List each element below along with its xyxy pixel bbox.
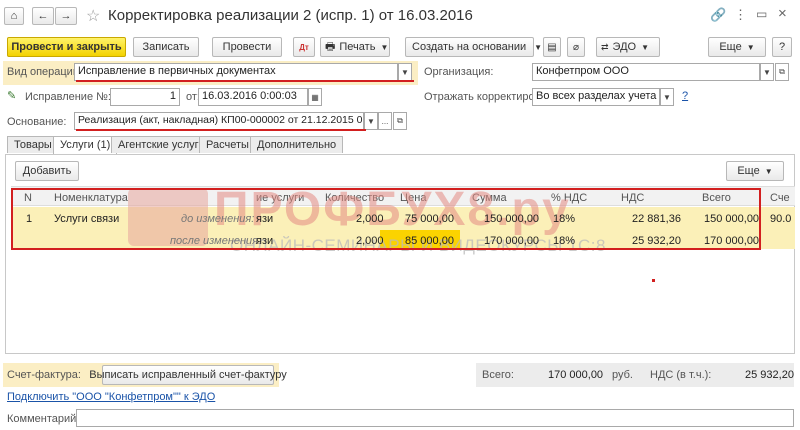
- chevron-down-icon: ▼: [641, 42, 650, 52]
- post-and-close-button[interactable]: Провести и закрыть: [7, 37, 126, 57]
- table-more-button[interactable]: Еще ▼: [726, 161, 784, 181]
- basis-dropdown[interactable]: ▼: [364, 112, 378, 130]
- correction-label: Исправление №:: [25, 91, 111, 103]
- basis-label: Основание:: [7, 116, 67, 128]
- home-button[interactable]: ⌂: [4, 7, 24, 25]
- open-link-icon: ⧉: [397, 116, 403, 125]
- chevron-down-icon: ▼: [763, 67, 771, 77]
- total-value: 170 000,00: [548, 369, 604, 381]
- basis-field[interactable]: Реализация (акт, накладная) КП00-000002 …: [74, 112, 364, 130]
- calendar-icon: ▦: [311, 92, 319, 102]
- comment-field[interactable]: [76, 409, 794, 427]
- post-button[interactable]: Провести: [212, 37, 282, 57]
- operation-select[interactable]: Исправление в первичных документах: [74, 63, 398, 81]
- dt-kt-button[interactable]: Дт: [293, 37, 315, 57]
- print-label: Печать: [339, 41, 376, 53]
- favorite-star-icon[interactable]: ☆: [86, 6, 100, 26]
- help-button[interactable]: ?: [772, 37, 792, 57]
- chevron-down-icon: ▼: [380, 42, 389, 52]
- edo-label: ЭДО: [612, 41, 637, 53]
- more-button[interactable]: Еще ▼: [708, 37, 766, 57]
- comment-label: Комментарий:: [7, 413, 80, 425]
- row-highlight-box: [11, 188, 761, 250]
- title-bar: ⌂ ← → ☆ Корректировка реализации 2 (испр…: [0, 0, 800, 34]
- attach-button[interactable]: ⌀: [567, 37, 585, 57]
- back-arrow-icon: ←: [37, 10, 49, 22]
- back-button[interactable]: ←: [32, 7, 54, 25]
- org-field[interactable]: Конфетпром ООО: [532, 63, 760, 81]
- home-icon: ⌂: [10, 10, 18, 22]
- tab-goods[interactable]: Товары: [7, 136, 59, 153]
- operation-underline: [76, 80, 414, 82]
- operation-dropdown[interactable]: ▼: [398, 63, 412, 81]
- correction-date-field[interactable]: 16.03.2016 0:00:03: [198, 88, 308, 106]
- vat-total-value: 25 932,20: [745, 369, 794, 381]
- chevron-down-icon: ▼: [534, 42, 543, 52]
- document-icon: ▤: [547, 41, 557, 53]
- reflect-help-link[interactable]: ?: [682, 90, 688, 102]
- chevron-down-icon: ▼: [764, 166, 773, 176]
- vat-total-label: НДС (в т.ч.):: [650, 369, 712, 381]
- add-button[interactable]: Добавить: [15, 161, 79, 181]
- table-more-label: Еще: [737, 165, 760, 177]
- edo-button[interactable]: ⇄ ЭДО ▼: [596, 37, 660, 57]
- edo-connect-link[interactable]: Подключить "ООО "Конфетпром"" к ЭДО: [7, 391, 215, 403]
- open-link-icon: ⧉: [779, 67, 785, 76]
- org-label: Организация:: [424, 66, 494, 78]
- basis-select-button[interactable]: ...: [378, 112, 392, 130]
- paperclip-icon: ⌀: [572, 41, 580, 53]
- menu-icon[interactable]: ⋮: [734, 7, 747, 23]
- tab-settlements[interactable]: Расчеты: [199, 136, 256, 153]
- chevron-down-icon: ▼: [401, 67, 409, 77]
- red-dot: [652, 279, 655, 282]
- report-button[interactable]: ▤: [543, 37, 561, 57]
- printer-icon: 🖶: [325, 40, 336, 53]
- close-icon[interactable]: ×: [778, 5, 787, 22]
- dt-kt-icon: Дт: [299, 42, 309, 52]
- tab-additional[interactable]: Дополнительно: [250, 136, 344, 153]
- create-based-label: Создать на основании: [412, 41, 527, 53]
- calendar-button[interactable]: ▦: [308, 88, 322, 106]
- operation-label: Вид операции:: [7, 66, 83, 78]
- print-button[interactable]: 🖶 Печать ▼: [320, 37, 390, 57]
- org-dropdown[interactable]: ▼: [760, 63, 774, 81]
- header-account: Сче: [770, 192, 790, 204]
- row-account: 90.0: [770, 213, 792, 225]
- currency-label: руб.: [612, 369, 633, 381]
- link-icon[interactable]: 🔗: [710, 7, 726, 23]
- more-label: Еще: [719, 41, 742, 53]
- basis-open[interactable]: ⧉: [393, 112, 407, 130]
- correction-number[interactable]: 1: [110, 88, 180, 106]
- chevron-down-icon: ▼: [663, 92, 671, 102]
- forward-arrow-icon: →: [60, 10, 72, 22]
- reflect-dropdown[interactable]: ▼: [660, 88, 674, 106]
- tab-agent-services[interactable]: Агентские услуги: [111, 136, 212, 153]
- save-button[interactable]: Записать: [133, 37, 199, 57]
- total-label: Всего:: [482, 369, 514, 381]
- forward-button[interactable]: →: [55, 7, 77, 25]
- org-open[interactable]: ⧉: [775, 63, 789, 81]
- window-title: Корректировка реализации 2 (испр. 1) от …: [108, 7, 473, 24]
- chevron-down-icon: ▼: [746, 42, 755, 52]
- chevron-down-icon: ▼: [367, 116, 375, 126]
- create-based-button[interactable]: Создать на основании ▼: [405, 37, 542, 57]
- basis-underline: [76, 129, 366, 131]
- tab-services[interactable]: Услуги (1): [53, 136, 118, 154]
- issue-invoice-button[interactable]: Выписать исправленный счет-фактуру: [89, 365, 287, 385]
- reflect-select[interactable]: Во всех разделах учета: [532, 88, 660, 106]
- maximize-icon[interactable]: ▭: [756, 7, 767, 21]
- edo-icon: ⇄: [601, 41, 609, 52]
- invoice-label: Счет-фактура:: [7, 369, 81, 381]
- correction-icon: ✎: [7, 90, 17, 102]
